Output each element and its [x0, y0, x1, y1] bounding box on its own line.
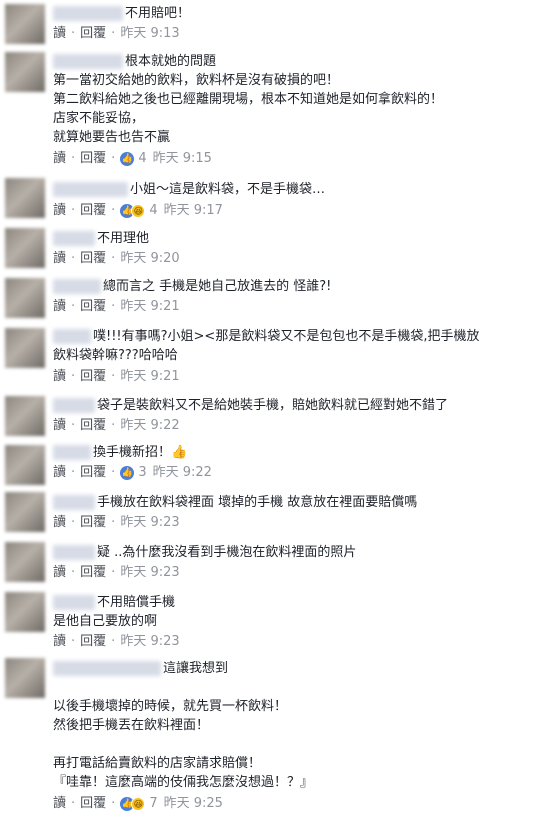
comment-text: 換手機新招！👍 — [93, 445, 188, 460]
timestamp[interactable]: 昨天 9:21 — [120, 368, 179, 386]
avatar[interactable] — [5, 658, 45, 698]
avatar[interactable] — [5, 52, 45, 92]
avatar[interactable] — [5, 396, 45, 436]
reaction-count: 7 — [149, 796, 158, 811]
comment-text: 第一當初交給她的飲料，飲料杯是沒有破損的吧！ — [53, 73, 340, 88]
comment-text: 『哇靠！這麼高端的伎倆我怎麼沒想過！？』 — [53, 775, 314, 790]
reply-link[interactable]: 回覆 — [80, 633, 106, 651]
comment-text: 第二飲料給她之後也已經離開現場，根本不知道她是如何拿飲料的！ — [53, 92, 444, 107]
commenter-name[interactable] — [53, 6, 123, 21]
comment-text: 不用賠償手機 — [97, 595, 176, 610]
reply-link[interactable]: 回覆 — [80, 25, 106, 43]
read-link[interactable]: 讀 — [53, 368, 66, 386]
commenter-name[interactable] — [53, 329, 91, 344]
reaction-summary[interactable]: 👍 😆 7 — [120, 795, 158, 813]
reply-link[interactable]: 回覆 — [80, 564, 106, 582]
commenter-name[interactable] — [53, 495, 95, 510]
reaction-summary[interactable]: 👍 3 — [120, 464, 147, 482]
avatar[interactable] — [5, 4, 45, 44]
timestamp[interactable]: 昨天 9:21 — [120, 298, 179, 316]
timestamp[interactable]: 昨天 9:22 — [153, 464, 212, 482]
reply-link[interactable]: 回覆 — [80, 250, 106, 268]
comment-text: 就算她要告也告不贏 — [53, 130, 171, 145]
reaction-summary[interactable]: 👍 😆 4 — [120, 202, 158, 220]
read-link[interactable]: 讀 — [53, 25, 66, 43]
read-link[interactable]: 讀 — [53, 464, 66, 482]
avatar[interactable] — [5, 278, 45, 318]
read-link[interactable]: 讀 — [53, 202, 66, 220]
commenter-name[interactable] — [53, 279, 101, 294]
comment-text: 袋子是裝飲料又不是給她裝手機，賠她飲料就已經對她不錯了 — [97, 398, 449, 413]
comment-text: 是他自己要放的啊 — [53, 614, 158, 629]
timestamp[interactable]: 昨天 9:23 — [120, 514, 179, 532]
reply-link[interactable]: 回覆 — [80, 368, 106, 386]
commenter-name[interactable] — [53, 182, 128, 197]
avatar[interactable] — [5, 492, 45, 532]
read-link[interactable]: 讀 — [53, 795, 66, 813]
reply-link[interactable]: 回覆 — [80, 150, 106, 168]
avatar[interactable] — [5, 592, 45, 632]
timestamp[interactable]: 昨天 9:23 — [120, 633, 179, 651]
reply-link[interactable]: 回覆 — [80, 298, 106, 316]
comment-text: 店家不能妥協， — [53, 111, 145, 126]
comment-text — [53, 735, 547, 754]
comment-text: 疑 ..為什麼我沒看到手機泡在飲料裡面的照片 — [97, 545, 357, 560]
timestamp[interactable]: 昨天 9:25 — [164, 795, 223, 813]
timestamp[interactable]: 昨天 9:22 — [120, 417, 179, 435]
read-link[interactable]: 讀 — [53, 150, 66, 168]
haha-reaction-icon: 😆 — [131, 797, 146, 811]
comment-text: 小姐～這是飲料袋，不是手機袋… — [130, 182, 326, 197]
avatar[interactable] — [5, 178, 45, 218]
comment-text — [53, 678, 547, 697]
commenter-name[interactable] — [53, 661, 161, 676]
read-link[interactable]: 讀 — [53, 564, 66, 582]
comment-text: 然後把手機丟在飲料裡面！ — [53, 718, 210, 733]
like-reaction-icon: 👍 — [120, 152, 135, 166]
avatar[interactable] — [5, 445, 45, 485]
avatar[interactable] — [5, 228, 45, 268]
commenter-name[interactable] — [53, 231, 95, 246]
read-link[interactable]: 讀 — [53, 250, 66, 268]
read-link[interactable]: 讀 — [53, 514, 66, 532]
comment-text: 再打電話給賣飲料的店家請求賠償！ — [53, 756, 262, 771]
timestamp[interactable]: 昨天 9:23 — [120, 564, 179, 582]
reply-link[interactable]: 回覆 — [80, 417, 106, 435]
commenter-name[interactable] — [53, 595, 95, 610]
comment-text: 總而言之 手機是她自己放進去的 怪誰?! — [103, 279, 332, 294]
timestamp[interactable]: 昨天 9:17 — [164, 202, 223, 220]
avatar[interactable] — [5, 542, 45, 582]
reaction-count: 4 — [138, 151, 147, 166]
timestamp[interactable]: 昨天 9:13 — [120, 25, 179, 43]
reply-link[interactable]: 回覆 — [80, 202, 106, 220]
comment-text: 噗!!!有事嗎?小姐><那是飲料袋又不是包包也不是手機袋,把手機放 — [93, 329, 480, 344]
read-link[interactable]: 讀 — [53, 298, 66, 316]
like-reaction-icon: 👍 — [120, 466, 135, 480]
comment-text: 根本就她的問題 — [125, 54, 217, 69]
comment-text: 這讓我想到 — [163, 661, 229, 676]
reaction-summary[interactable]: 👍 4 — [120, 150, 147, 168]
haha-reaction-icon: 😆 — [131, 204, 146, 218]
commenter-name[interactable] — [53, 54, 123, 69]
timestamp[interactable]: 昨天 9:20 — [120, 250, 179, 268]
reaction-count: 4 — [149, 203, 158, 218]
commenter-name[interactable] — [53, 398, 95, 413]
commenter-name[interactable] — [53, 545, 95, 560]
read-link[interactable]: 讀 — [53, 633, 66, 651]
read-link[interactable]: 讀 — [53, 417, 66, 435]
comment-text: 飲料袋幹嘛???哈哈哈 — [53, 348, 178, 363]
comment-text: 不用賠吧！ — [125, 6, 191, 21]
reply-link[interactable]: 回覆 — [80, 795, 106, 813]
comment-text: 以後手機壞掉的時候，就先買一杯飲料！ — [53, 699, 288, 714]
reply-link[interactable]: 回覆 — [80, 514, 106, 532]
comment-text: 不用理他 — [97, 231, 150, 246]
comment-text: 手機放在飲料袋裡面 壞掉的手機 故意放在裡面要賠償嗎 — [97, 495, 418, 510]
reaction-count: 3 — [138, 465, 147, 480]
avatar[interactable] — [5, 328, 45, 368]
commenter-name[interactable] — [53, 445, 91, 460]
reply-link[interactable]: 回覆 — [80, 464, 106, 482]
timestamp[interactable]: 昨天 9:15 — [153, 150, 212, 168]
